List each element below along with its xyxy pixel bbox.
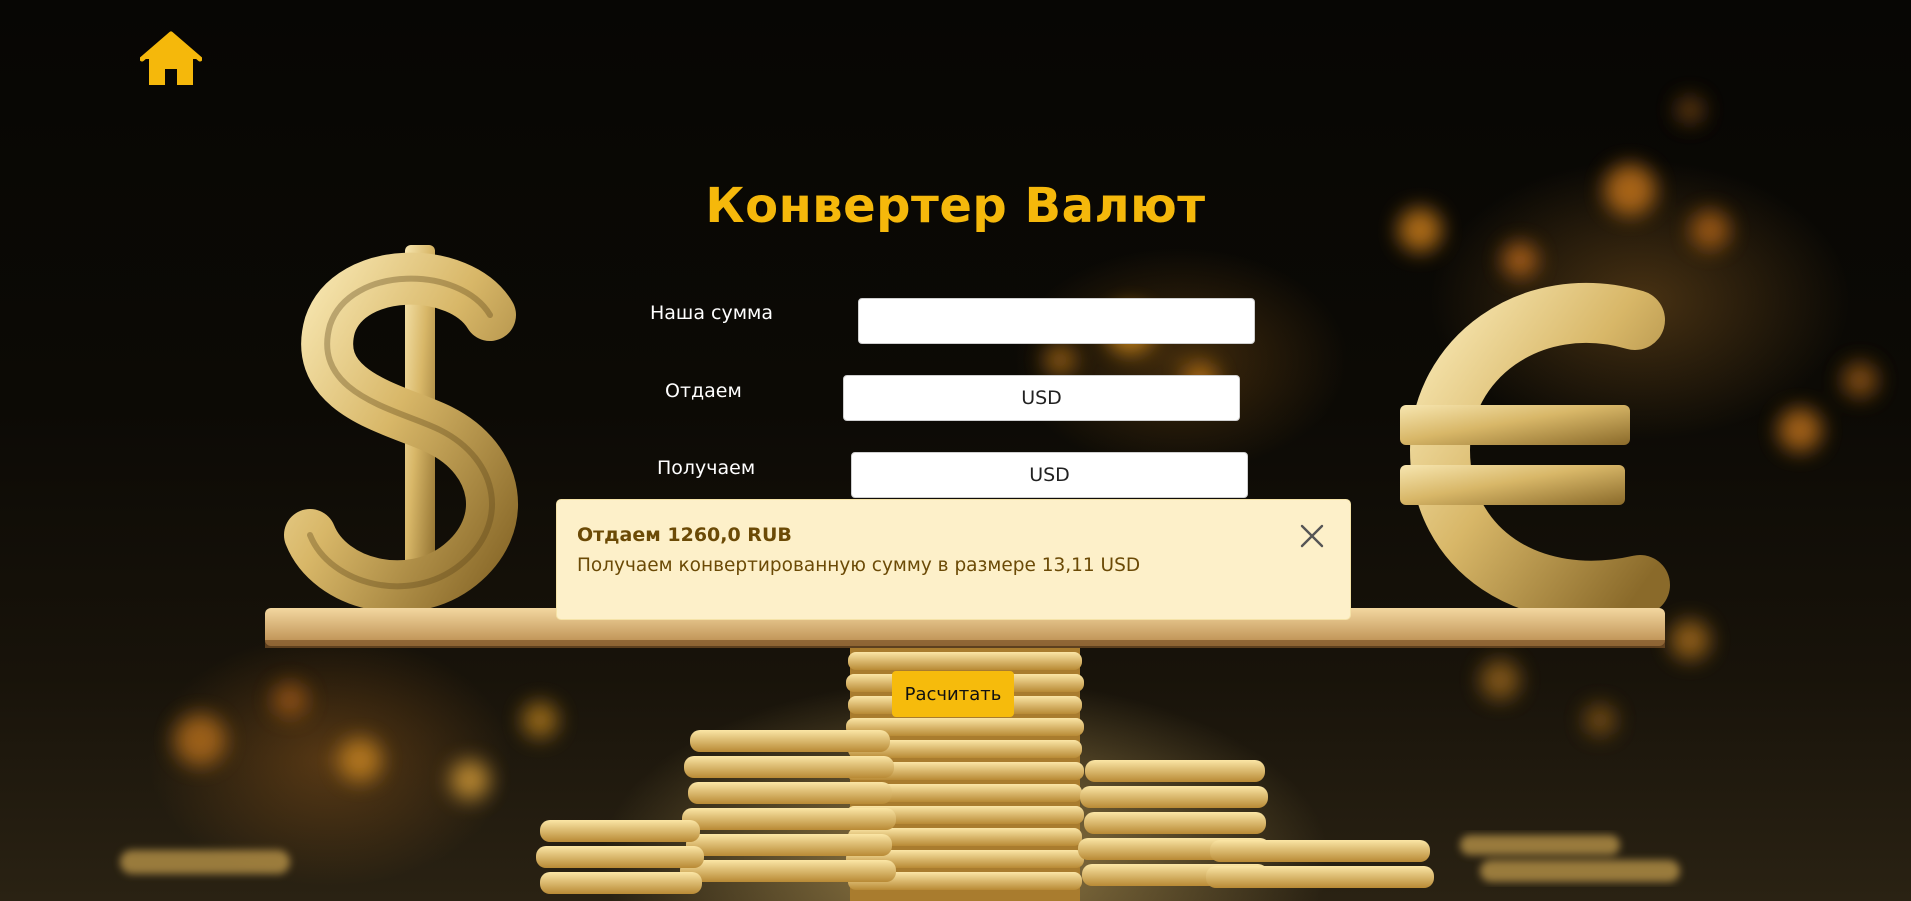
receive-label: Получаем [657, 457, 756, 479]
give-currency-select[interactable]: USD [843, 375, 1240, 421]
background-image [120, 96, 1878, 901]
home-button[interactable] [139, 31, 203, 87]
alert-close-button[interactable] [1300, 524, 1324, 548]
give-label: Отдаем [665, 380, 742, 402]
alert-give-prefix: Отдаем [577, 524, 661, 546]
page-title: Конвертер Валют [705, 178, 1206, 234]
close-icon [1300, 524, 1324, 548]
receive-currency-select[interactable]: USD [851, 452, 1248, 498]
page: Конвертер Валют Наша сумма Отдаем USD По… [0, 0, 1911, 901]
result-alert: Отдаем 1260,0 RUB Получаем конвертирован… [556, 499, 1351, 620]
alert-message: Получаем конвертированную сумму в размер… [577, 555, 1141, 576]
calculate-button[interactable]: Расчитать [892, 671, 1014, 717]
home-icon [139, 31, 203, 85]
amount-input[interactable] [858, 298, 1255, 344]
amount-label: Наша сумма [650, 302, 773, 324]
alert-give-line: Отдаем 1260,0 RUB [577, 524, 792, 546]
alert-give-amount: 1260,0 RUB [667, 524, 792, 546]
